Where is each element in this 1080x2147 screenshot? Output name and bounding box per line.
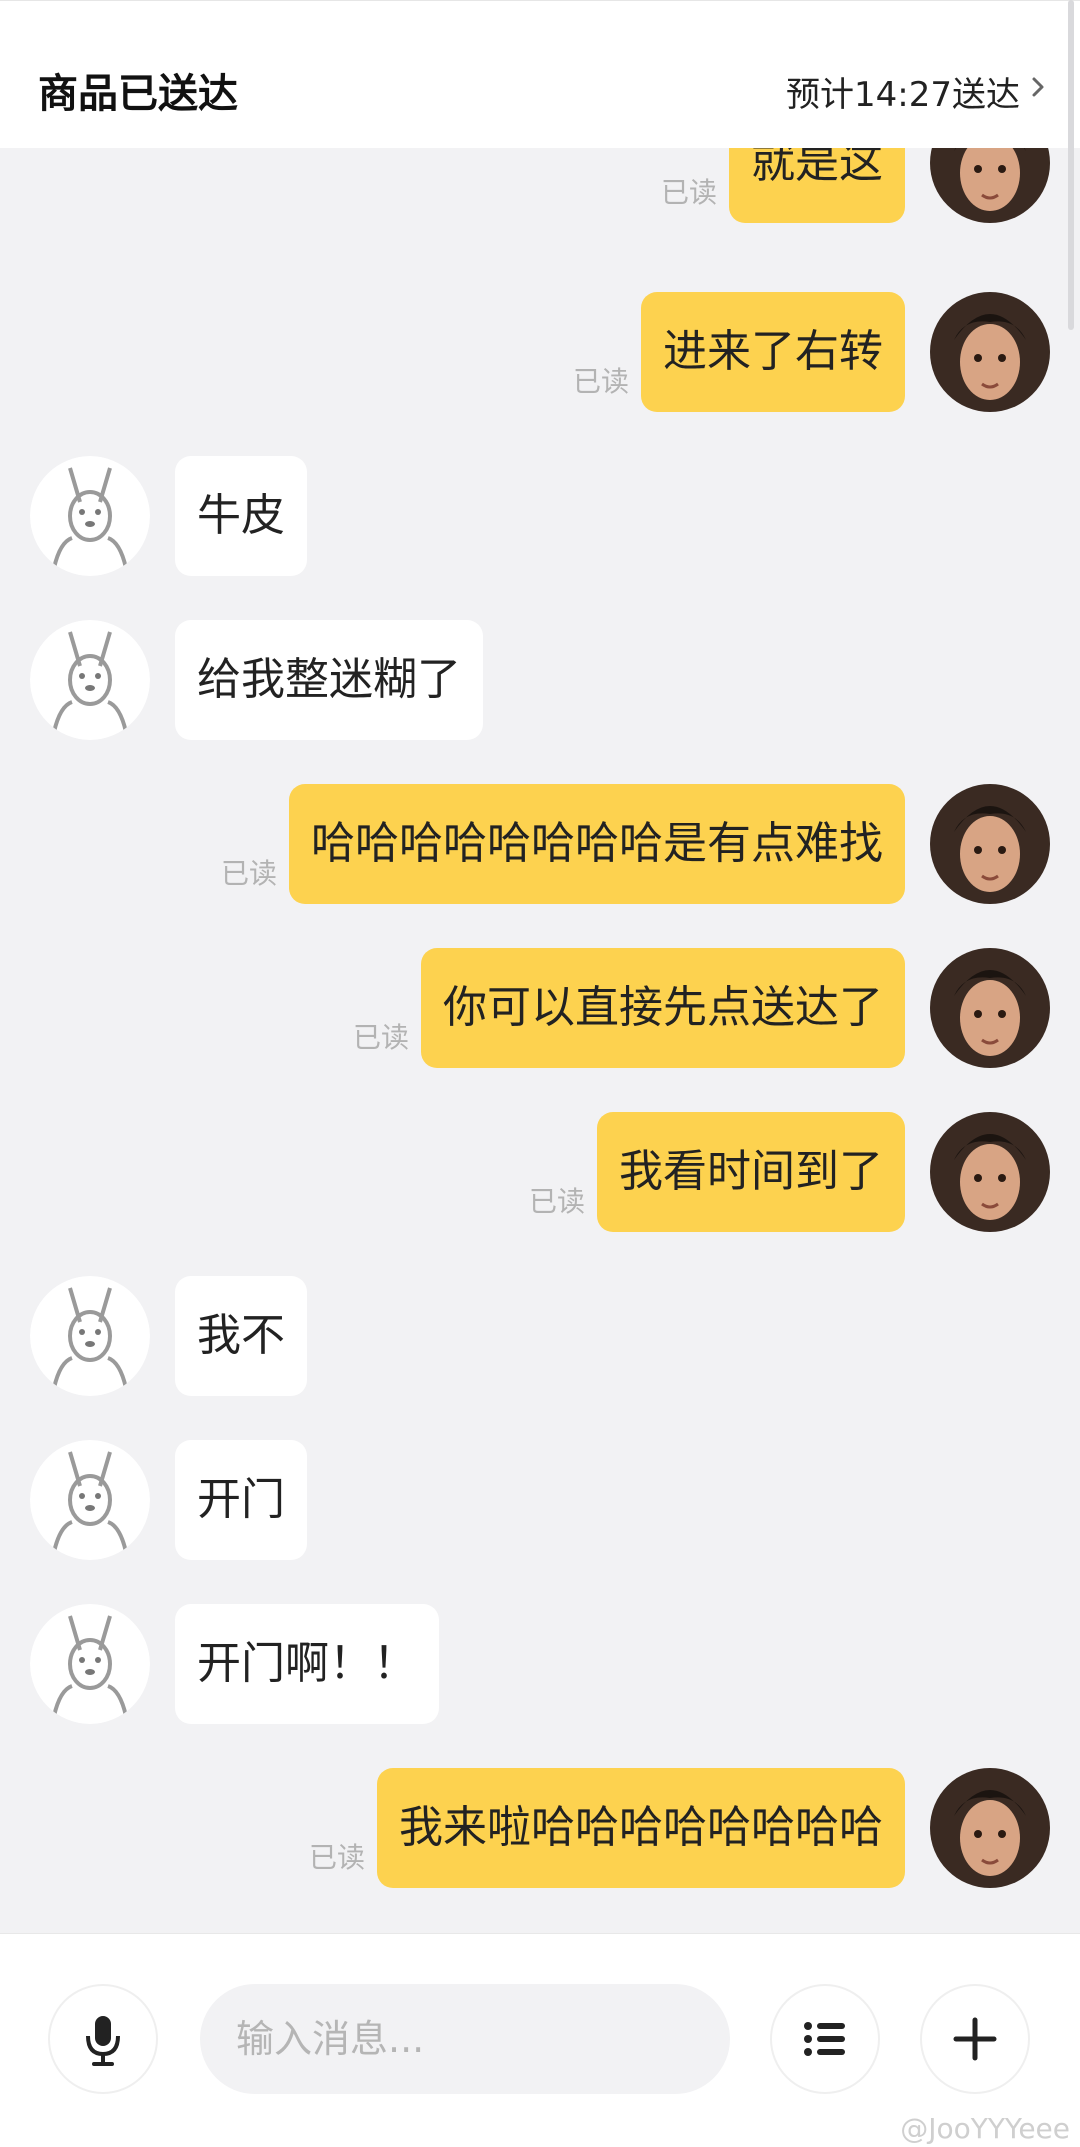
read-receipt: 已读: [573, 365, 630, 398]
message-row: 已读 进来了右转: [0, 292, 1080, 412]
read-receipt: 已读: [221, 857, 278, 890]
courier-avatar[interactable]: [30, 1604, 150, 1724]
kangaroo-icon: [30, 456, 150, 576]
message-row: 已读 哈哈哈哈哈哈哈哈是有点难找: [0, 784, 1080, 904]
message-row: 已读 就是这: [0, 148, 1080, 223]
courier-avatar[interactable]: [30, 620, 150, 740]
my-avatar[interactable]: [930, 948, 1050, 1068]
message-row: 牛皮: [0, 456, 1080, 576]
message-row: 给我整迷糊了: [0, 620, 1080, 740]
list-icon: [804, 2022, 845, 2056]
my-avatar[interactable]: [930, 1112, 1050, 1232]
plus-icon: [953, 2017, 997, 2061]
page-title: 商品已送达: [38, 71, 238, 117]
chevron-right-icon[interactable]: [1026, 75, 1050, 99]
my-avatar[interactable]: [930, 292, 1050, 412]
man-face-avatar-icon: [930, 948, 1050, 1068]
watermark-text: @JooYYYeee: [900, 2112, 1070, 2145]
message-row: 我不: [0, 1276, 1080, 1396]
message-bubble-sent[interactable]: 我来啦哈哈哈哈哈哈哈哈: [377, 1768, 905, 1888]
message-bubble-sent[interactable]: 就是这: [729, 148, 905, 223]
my-avatar[interactable]: [930, 1768, 1050, 1888]
message-row: 已读 我看时间到了: [0, 1112, 1080, 1232]
add-button[interactable]: [920, 1984, 1030, 2094]
man-face-avatar-icon: [930, 148, 1050, 223]
message-bubble-sent[interactable]: 哈哈哈哈哈哈哈哈是有点难找: [289, 784, 905, 904]
read-receipt: 已读: [353, 1021, 410, 1054]
man-face-avatar-icon: [930, 1112, 1050, 1232]
kangaroo-icon: [30, 1604, 150, 1724]
read-receipt: 已读: [309, 1841, 366, 1874]
delivery-eta-link[interactable]: 预计14:27送达: [786, 67, 1020, 116]
message-input[interactable]: [200, 1984, 730, 2094]
message-row: 开门啊！！: [0, 1604, 1080, 1724]
read-receipt: 已读: [661, 176, 718, 209]
message-bubble-sent[interactable]: 进来了右转: [641, 292, 905, 412]
message-bubble-received[interactable]: 牛皮: [175, 456, 307, 576]
message-row: 已读 我来啦哈哈哈哈哈哈哈哈: [0, 1768, 1080, 1888]
kangaroo-icon: [30, 1276, 150, 1396]
microphone-icon: [86, 2016, 120, 2066]
read-receipt: 已读: [529, 1185, 586, 1218]
courier-avatar[interactable]: [30, 456, 150, 576]
kangaroo-icon: [30, 1440, 150, 1560]
message-bubble-received[interactable]: 开门啊！！: [175, 1604, 439, 1724]
kangaroo-icon: [30, 620, 150, 740]
message-bubble-received[interactable]: 给我整迷糊了: [175, 620, 483, 740]
courier-avatar[interactable]: [30, 1440, 150, 1560]
message-bubble-sent[interactable]: 你可以直接先点送达了: [421, 948, 905, 1068]
voice-button[interactable]: [48, 1984, 158, 2094]
my-avatar[interactable]: [930, 148, 1050, 223]
message-row: 开门: [0, 1440, 1080, 1560]
man-face-avatar-icon: [930, 784, 1050, 904]
message-bubble-received[interactable]: 开门: [175, 1440, 307, 1560]
my-avatar[interactable]: [930, 784, 1050, 904]
courier-avatar[interactable]: [30, 1276, 150, 1396]
message-bubble-sent[interactable]: 我看时间到了: [597, 1112, 905, 1232]
quick-menu-button[interactable]: [770, 1984, 880, 2094]
chat-header: 商品已送达 预计14:27送达: [0, 0, 1080, 148]
chat-message-list[interactable]: 已读 就是这 已读 进来了右转 牛皮 给我整迷糊了 已读 哈哈哈哈哈哈哈哈是有点…: [0, 148, 1080, 1933]
man-face-avatar-icon: [930, 292, 1050, 412]
message-row: 已读 你可以直接先点送达了: [0, 948, 1080, 1068]
man-face-avatar-icon: [930, 1768, 1050, 1888]
message-bubble-received[interactable]: 我不: [175, 1276, 307, 1396]
